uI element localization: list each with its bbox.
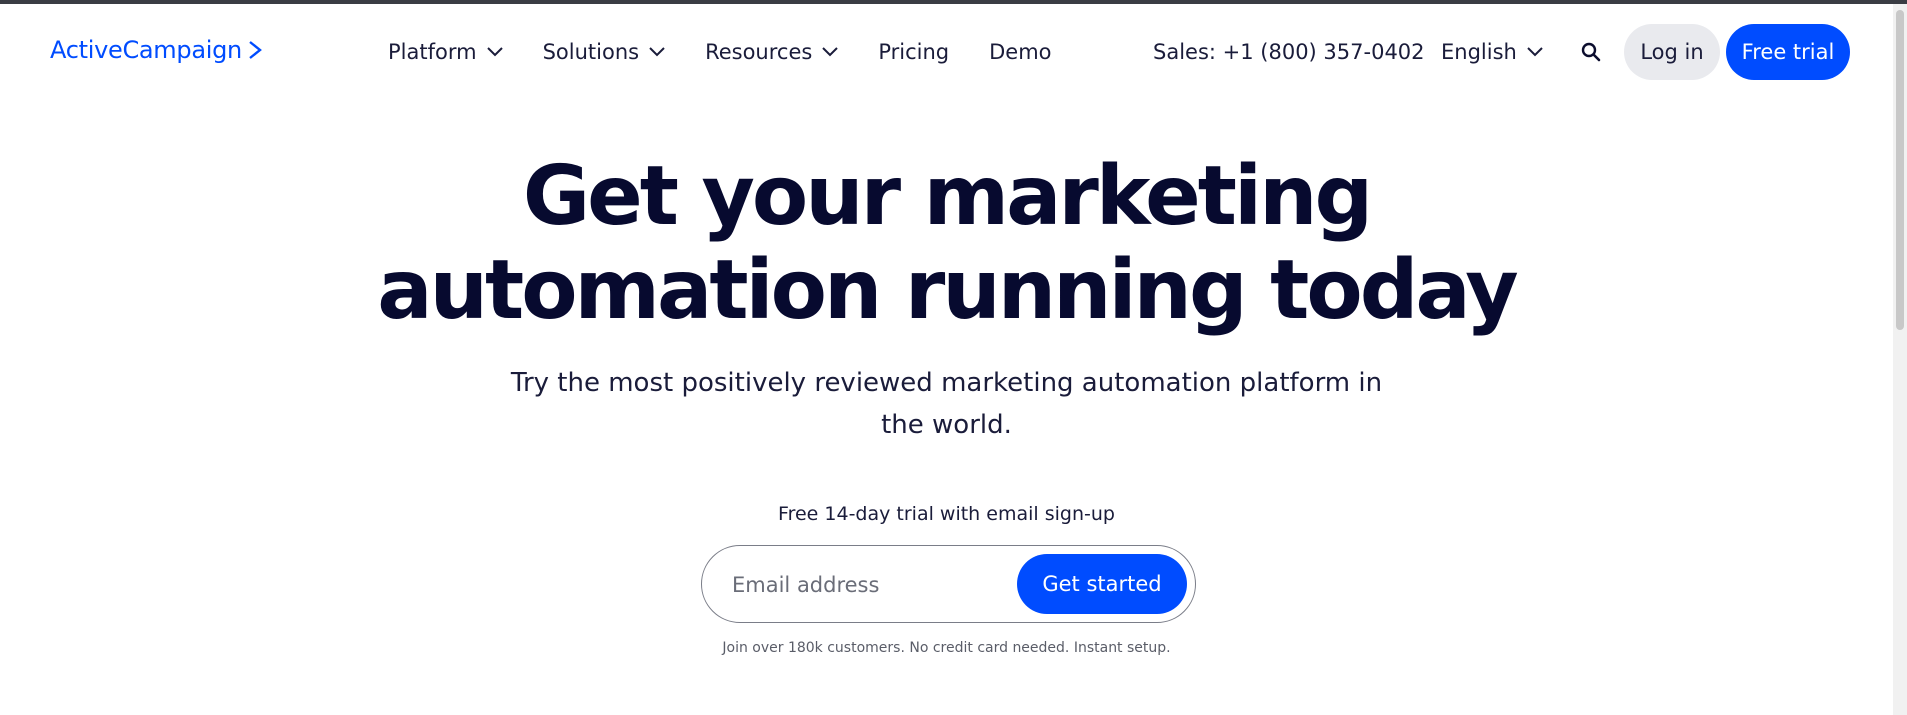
sales-phone-link[interactable]: Sales: +1 (800) 357-0402 — [1153, 34, 1425, 70]
hero-subtitle-line-1: Try the most positively reviewed marketi… — [510, 368, 1383, 398]
nav-item-pricing[interactable]: Pricing — [878, 40, 949, 64]
hero-subtitle: Try the most positively reviewed marketi… — [0, 362, 1893, 446]
chevron-down-icon — [649, 47, 665, 57]
nav-item-label: Demo — [989, 40, 1052, 64]
site-header: ActiveCampaign Platform Solutions Resour… — [0, 4, 1893, 94]
nav-item-demo[interactable]: Demo — [989, 40, 1051, 64]
brand-logo[interactable]: ActiveCampaign — [50, 36, 262, 64]
scrollbar-thumb[interactable] — [1896, 10, 1904, 330]
nav-item-label: Platform — [388, 40, 477, 64]
hero-section: Get your marketing automation running to… — [0, 150, 1893, 338]
main-nav: Platform Solutions Resources Pricing Dem… — [388, 34, 1092, 70]
nav-item-label: Resources — [705, 40, 813, 64]
free-trial-button[interactable]: Free trial — [1726, 24, 1850, 80]
page-scrollbar[interactable] — [1893, 4, 1907, 715]
hero-title-line-1: Get your marketing — [522, 149, 1373, 244]
nav-item-label: Pricing — [878, 40, 950, 64]
search-button[interactable] — [1578, 38, 1604, 66]
email-signup-form: Get started — [701, 545, 1196, 623]
hero-subtitle-line-2: the world. — [881, 410, 1012, 440]
chevron-right-icon — [249, 41, 262, 59]
search-icon — [1581, 42, 1601, 62]
get-started-button[interactable]: Get started — [1017, 554, 1187, 614]
signup-fineprint: Join over 180k customers. No credit card… — [722, 640, 1171, 656]
hero-title-line-2: automation running today — [377, 243, 1518, 338]
email-input[interactable] — [730, 560, 1004, 610]
nav-item-label: Solutions — [542, 40, 640, 64]
hero-title: Get your marketing automation running to… — [0, 150, 1893, 338]
brand-name: ActiveCampaign — [50, 36, 242, 64]
chevron-down-icon — [822, 47, 839, 57]
nav-item-platform[interactable]: Platform — [388, 40, 503, 64]
trial-note: Free 14-day trial with email sign-up — [778, 503, 1115, 525]
nav-item-resources[interactable]: Resources — [705, 40, 839, 64]
nav-item-solutions[interactable]: Solutions — [543, 40, 666, 64]
login-button[interactable]: Log in — [1624, 24, 1720, 80]
chevron-down-icon — [486, 47, 503, 57]
language-label: English — [1441, 40, 1517, 64]
language-selector[interactable]: English — [1441, 34, 1543, 70]
chevron-down-icon — [1527, 47, 1543, 57]
